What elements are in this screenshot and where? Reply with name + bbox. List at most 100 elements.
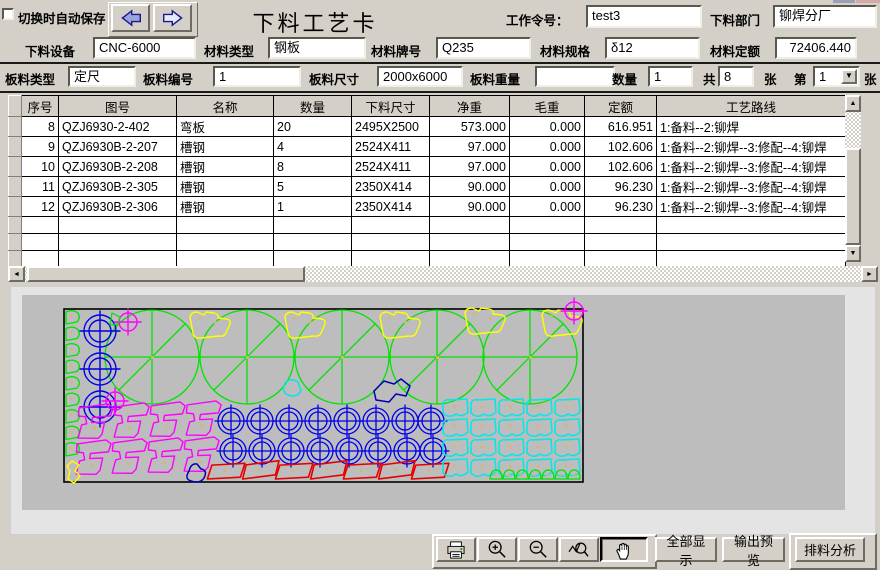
table-cell[interactable]: 2350X414 <box>352 197 430 217</box>
job-number-input[interactable]: test3 <box>586 5 702 28</box>
table-cell[interactable]: 槽钢 <box>177 137 274 157</box>
column-header-9[interactable]: 工艺路线 <box>657 96 846 117</box>
zoom-out-button[interactable] <box>518 537 558 562</box>
pan-button[interactable] <box>600 537 648 562</box>
row-selector[interactable] <box>9 234 22 251</box>
table-cell[interactable] <box>585 251 657 268</box>
row-selector[interactable] <box>9 117 22 137</box>
material-spec-input[interactable]: δ12 <box>605 37 700 59</box>
table-cell[interactable]: 2524X411 <box>352 137 430 157</box>
table-cell[interactable]: 8 <box>22 117 59 137</box>
table-cell[interactable]: 4 <box>274 137 352 157</box>
material-quota-input[interactable]: 72406.440 <box>775 37 857 59</box>
vscroll-down-button[interactable]: ▼ <box>845 245 861 262</box>
table-cell[interactable]: 2524X411 <box>352 157 430 177</box>
zoom-in-button[interactable] <box>477 537 517 562</box>
table-cell[interactable]: 11 <box>22 177 59 197</box>
next-sheet-button[interactable] <box>153 4 192 32</box>
table-row[interactable] <box>9 251 846 268</box>
table-cell[interactable] <box>510 251 585 268</box>
table-cell[interactable]: QZJ6930B-2-207 <box>59 137 177 157</box>
table-cell[interactable]: 1 <box>274 197 352 217</box>
output-preview-button[interactable]: 输出预览 <box>722 537 785 562</box>
table-cell[interactable]: 槽钢 <box>177 197 274 217</box>
column-header-8[interactable]: 定额 <box>585 96 657 117</box>
table-cell[interactable] <box>59 217 177 234</box>
column-header-7[interactable]: 毛重 <box>510 96 585 117</box>
table-cell[interactable] <box>352 234 430 251</box>
table-cell[interactable]: 8 <box>274 157 352 177</box>
table-cell[interactable]: 5 <box>274 177 352 197</box>
table-cell[interactable] <box>177 217 274 234</box>
table-cell[interactable]: 弯板 <box>177 117 274 137</box>
table-cell[interactable]: 96.230 <box>585 177 657 197</box>
table-cell[interactable]: 槽钢 <box>177 157 274 177</box>
row-selector[interactable] <box>9 217 22 234</box>
plate-type-input[interactable]: 定尺 <box>68 66 136 87</box>
table-row[interactable]: 11QZJ6930B-2-305槽钢52350X41490.0000.00096… <box>9 177 846 197</box>
table-cell[interactable] <box>430 251 510 268</box>
row-selector[interactable] <box>9 157 22 177</box>
nest-analysis-button[interactable]: 排料分析 <box>795 537 865 562</box>
hscroll-thumb[interactable] <box>27 266 305 282</box>
row-selector[interactable] <box>9 251 22 268</box>
table-cell[interactable] <box>274 251 352 268</box>
table-cell[interactable]: 0.000 <box>510 177 585 197</box>
table-cell[interactable] <box>657 217 846 234</box>
equipment-input[interactable]: CNC-6000 <box>93 37 196 59</box>
table-cell[interactable]: 573.000 <box>430 117 510 137</box>
table-cell[interactable] <box>177 251 274 268</box>
table-cell[interactable]: 102.606 <box>585 157 657 177</box>
autosave-checkbox[interactable] <box>2 8 14 20</box>
table-cell[interactable]: 97.000 <box>430 157 510 177</box>
table-cell[interactable]: 9 <box>22 137 59 157</box>
cutting-dept-input[interactable]: 铆焊分厂 <box>773 5 877 28</box>
column-header-1[interactable]: 序号 <box>22 96 59 117</box>
table-cell[interactable]: 96.230 <box>585 197 657 217</box>
table-cell[interactable]: 1:备料--2:铆焊 <box>657 117 846 137</box>
table-row[interactable] <box>9 234 846 251</box>
table-cell[interactable]: QZJ6930B-2-208 <box>59 157 177 177</box>
table-row[interactable]: 8QZJ6930-2-402弯板202495X2500573.0000.0006… <box>9 117 846 137</box>
table-cell[interactable] <box>22 251 59 268</box>
table-cell[interactable] <box>352 217 430 234</box>
table-cell[interactable]: 102.606 <box>585 137 657 157</box>
table-cell[interactable]: 20 <box>274 117 352 137</box>
table-row[interactable] <box>9 217 846 234</box>
table-row[interactable]: 9QZJ6930B-2-207槽钢42524X41197.0000.000102… <box>9 137 846 157</box>
zoom-window-button[interactable] <box>559 537 599 562</box>
vscroll-thumb[interactable] <box>845 148 861 245</box>
vscroll-up-button[interactable]: ▲ <box>845 95 861 112</box>
table-cell[interactable] <box>22 217 59 234</box>
column-header-5[interactable]: 下料尺寸 <box>352 96 430 117</box>
table-cell[interactable] <box>274 234 352 251</box>
prev-sheet-button[interactable] <box>111 4 150 32</box>
table-cell[interactable] <box>657 234 846 251</box>
table-cell[interactable]: 1:备料--2:铆焊--3:修配--4:铆焊 <box>657 157 846 177</box>
table-cell[interactable]: 0.000 <box>510 157 585 177</box>
table-cell[interactable]: 616.951 <box>585 117 657 137</box>
table-cell[interactable]: 2350X414 <box>352 177 430 197</box>
material-type-input[interactable]: 钢板 <box>268 37 366 59</box>
plate-size-input[interactable]: 2000x6000 <box>377 66 463 87</box>
table-hscrollbar[interactable]: ◄ ► <box>8 266 878 282</box>
table-cell[interactable] <box>585 217 657 234</box>
table-cell[interactable] <box>585 234 657 251</box>
quantity-input[interactable]: 1 <box>648 66 693 87</box>
table-cell[interactable]: 90.000 <box>430 197 510 217</box>
table-cell[interactable] <box>430 234 510 251</box>
material-grade-input[interactable]: Q235 <box>436 37 531 59</box>
table-cell[interactable] <box>274 217 352 234</box>
table-row[interactable]: 10QZJ6930B-2-208槽钢82524X41197.0000.00010… <box>9 157 846 177</box>
table-cell[interactable]: 97.000 <box>430 137 510 157</box>
hscroll-right-button[interactable]: ► <box>861 266 878 282</box>
table-cell[interactable] <box>59 234 177 251</box>
table-cell[interactable]: 12 <box>22 197 59 217</box>
show-all-button[interactable]: 全部显示 <box>655 537 717 562</box>
plate-no-input[interactable]: 1 <box>213 66 301 87</box>
table-cell[interactable]: 0.000 <box>510 117 585 137</box>
table-row[interactable]: 12QZJ6930B-2-306槽钢12350X41490.0000.00096… <box>9 197 846 217</box>
nesting-preview-canvas[interactable] <box>22 295 845 510</box>
table-cell[interactable]: 1:备料--2:铆焊--3:修配--4:铆焊 <box>657 177 846 197</box>
current-sheet-combobox[interactable]: 1 ▼ <box>813 66 860 87</box>
